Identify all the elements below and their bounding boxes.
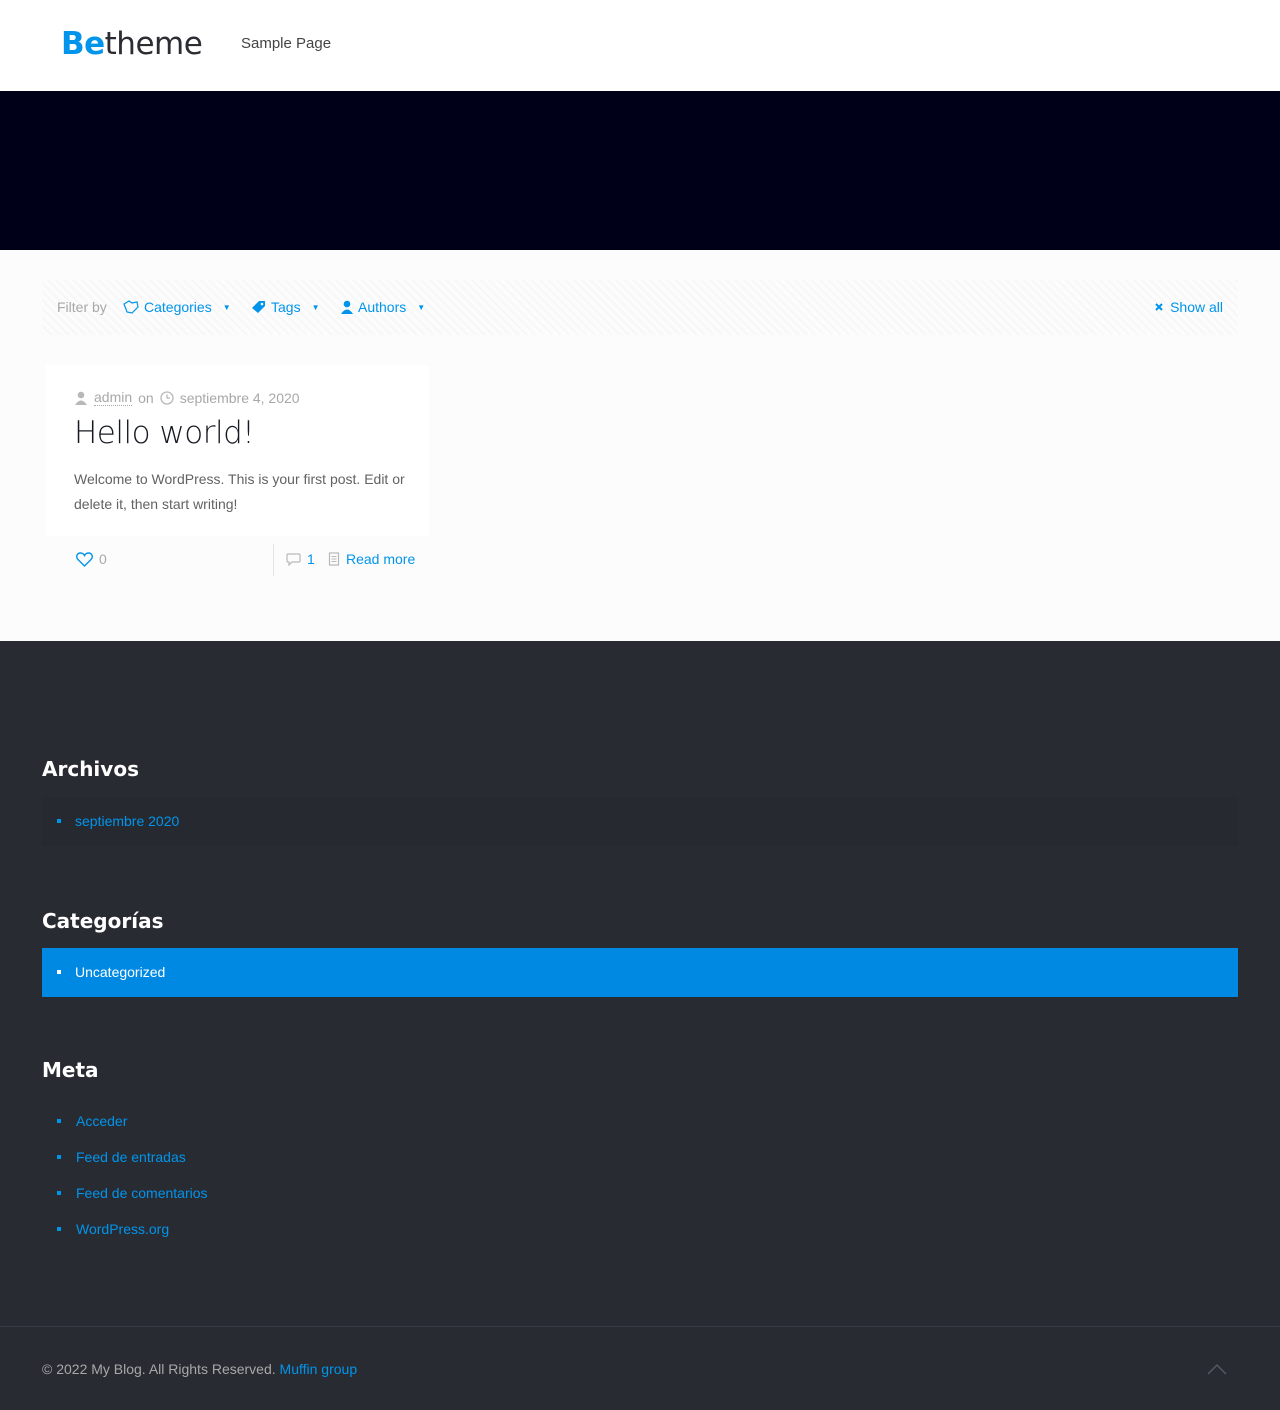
site-header: Be theme Sample Page <box>0 0 1280 91</box>
tag-icon <box>251 300 266 314</box>
copyright-bar: © 2022 My Blog. All Rights Reserved. Muf… <box>0 1326 1280 1410</box>
love-count: 0 <box>99 551 107 567</box>
show-all-button[interactable]: Show all <box>1154 299 1223 315</box>
filter-authors-label: Authors <box>358 299 407 315</box>
bullet <box>57 1155 61 1159</box>
meta-link-entries-feed[interactable]: Feed de entradas <box>76 1149 186 1165</box>
folder-icon <box>123 300 139 314</box>
filter-categories-label: Categories <box>144 299 212 315</box>
back-to-top-button[interactable] <box>1205 1359 1229 1379</box>
comments-link[interactable]: 1 <box>286 551 315 567</box>
filter-bar: Filter by Categories ▼ Tags ▼ Authors ▼ … <box>42 280 1238 335</box>
post-meta-on: on <box>138 389 154 406</box>
site-logo[interactable]: Be theme <box>61 26 203 62</box>
site-footer: Archivos septiembre 2020 Categorías Unca… <box>0 641 1280 1410</box>
hero-banner <box>0 91 1280 250</box>
comment-icon <box>286 552 301 566</box>
copyright-text: © 2022 My Blog. All Rights Reserved. <box>42 1361 276 1377</box>
meta-item-login[interactable]: Acceder <box>57 1103 208 1139</box>
filter-label: Filter by <box>57 299 107 315</box>
meta-link-wordpress[interactable]: WordPress.org <box>76 1221 169 1237</box>
document-icon <box>328 552 340 566</box>
post-excerpt: Welcome to WordPress. This is your first… <box>74 471 405 512</box>
bullet <box>57 1191 61 1195</box>
caret-down-icon: ▼ <box>417 302 426 312</box>
filter-tags-label: Tags <box>271 299 301 315</box>
caret-down-icon: ▼ <box>311 302 320 312</box>
filter-tags-button[interactable]: Tags ▼ <box>251 299 320 315</box>
post-date: septiembre 4, 2020 <box>179 389 300 406</box>
logo-theme: theme <box>104 26 203 62</box>
caret-down-icon: ▼ <box>222 302 231 312</box>
archive-item[interactable]: septiembre 2020 <box>57 813 179 829</box>
footer-divider <box>273 544 274 576</box>
clock-icon <box>160 390 174 405</box>
archives-list: septiembre 2020 <box>42 797 1238 846</box>
categories-list: Uncategorized <box>42 948 1238 997</box>
filter-authors-button[interactable]: Authors ▼ <box>341 299 425 315</box>
heart-icon <box>76 551 93 567</box>
logo-be: Be <box>61 26 105 62</box>
meta-item-entries-feed[interactable]: Feed de entradas <box>57 1139 208 1175</box>
filter-categories-button[interactable]: Categories ▼ <box>123 299 231 315</box>
post-footer: 0 1 Read more <box>46 536 429 583</box>
post-meta: admin on septiembre 4, 2020 <box>74 389 300 406</box>
archive-link[interactable]: septiembre 2020 <box>75 813 179 829</box>
category-link[interactable]: Uncategorized <box>75 964 165 980</box>
chevron-up-icon <box>1205 1359 1229 1379</box>
meta-link-login[interactable]: Acceder <box>76 1113 127 1129</box>
categories-title: Categorías <box>42 909 164 933</box>
love-button[interactable]: 0 <box>76 551 107 567</box>
meta-list: Acceder Feed de entradas Feed de comenta… <box>57 1103 208 1247</box>
category-item[interactable]: Uncategorized <box>57 964 165 980</box>
bullet <box>57 1119 61 1123</box>
post-title-link[interactable]: Hello world! <box>74 415 255 451</box>
meta-item-comments-feed[interactable]: Feed de comentarios <box>57 1175 208 1211</box>
show-all-label: Show all <box>1170 299 1223 315</box>
meta-title: Meta <box>42 1058 99 1082</box>
meta-item-wordpress[interactable]: WordPress.org <box>57 1211 208 1247</box>
bullet <box>57 819 61 823</box>
read-more-label: Read more <box>346 551 416 567</box>
copyright: © 2022 My Blog. All Rights Reserved. Muf… <box>42 1361 357 1377</box>
post-card: admin on septiembre 4, 2020 Hello world!… <box>46 365 429 583</box>
archives-title: Archivos <box>42 757 139 781</box>
comments-count: 1 <box>307 551 315 567</box>
bullet <box>57 1227 61 1231</box>
bullet <box>57 970 61 974</box>
post-author-link[interactable]: admin <box>94 389 133 406</box>
meta-link-comments-feed[interactable]: Feed de comentarios <box>76 1185 208 1201</box>
person-icon <box>341 300 353 314</box>
muffin-group-link[interactable]: Muffin group <box>280 1361 358 1377</box>
nav-item-sample-page[interactable]: Sample Page <box>241 35 331 52</box>
user-icon <box>74 391 88 405</box>
read-more-link[interactable]: Read more <box>328 551 415 567</box>
close-icon <box>1154 302 1164 312</box>
